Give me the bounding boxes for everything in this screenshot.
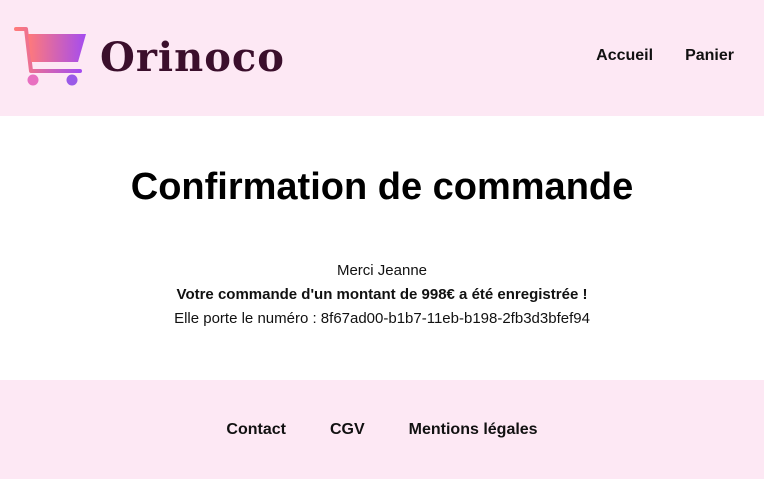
nav-link-accueil[interactable]: Accueil — [596, 47, 653, 65]
main-content: Confirmation de commande Merci Jeanne Vo… — [0, 116, 764, 380]
page-title: Confirmation de commande — [130, 166, 634, 208]
thanks-message: Merci Jeanne — [336, 262, 428, 279]
order-number-message: Elle porte le numéro : 8f67ad00-b1b7-11e… — [174, 310, 590, 327]
footer-nav: Contact CGV Mentions légales — [0, 421, 764, 439]
shopping-cart-icon — [14, 27, 86, 86]
logo-text: Orinoco — [100, 34, 285, 81]
footer-link-contact[interactable]: Contact — [226, 421, 286, 439]
site-footer: Contact CGV Mentions légales — [0, 380, 764, 479]
nav-link-panier[interactable]: Panier — [685, 47, 734, 65]
footer-link-mentions-legales[interactable]: Mentions légales — [409, 421, 538, 439]
order-amount-message: Votre commande d'un montant de 998€ a ét… — [176, 286, 588, 303]
logo[interactable]: Orinoco — [14, 25, 285, 87]
site-header: Orinoco Accueil Panier — [0, 0, 764, 116]
main-nav: Accueil Panier — [596, 47, 734, 65]
footer-link-cgv[interactable]: CGV — [330, 421, 365, 439]
